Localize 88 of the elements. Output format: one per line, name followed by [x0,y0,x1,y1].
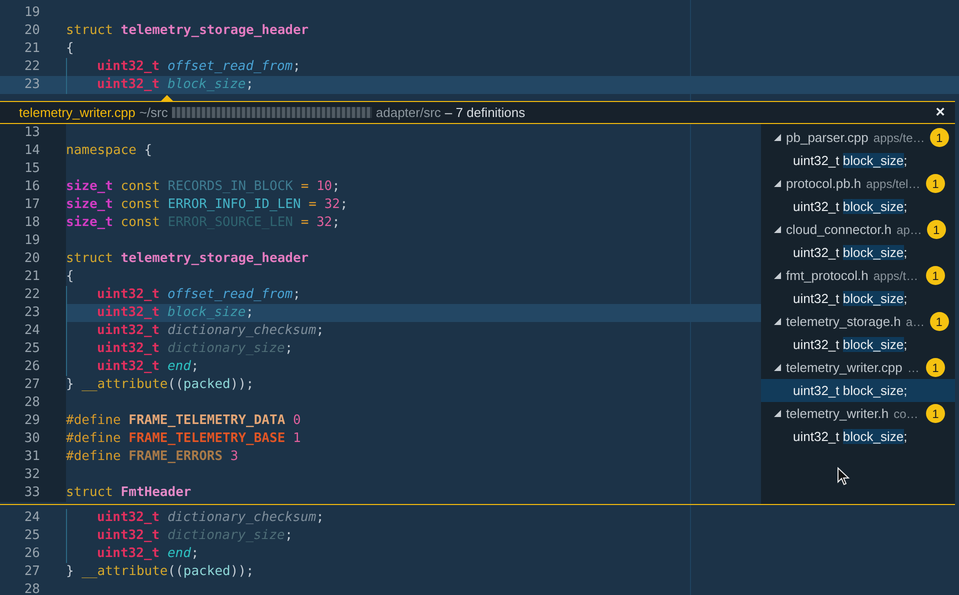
line-number: 26 [24,545,40,563]
code-line: uint32_t end; [97,545,199,563]
file-name: telemetry_writer.cpp [19,105,136,120]
code-line: uint32_t offset_read_from; [97,58,301,76]
expanded-triangle-icon[interactable] [774,364,781,371]
line-number: 31 [24,448,40,466]
code-line: } __attribute((packed)); [66,376,254,394]
file-group-row[interactable]: protocol.pb.h apps/tel… 1 [761,172,955,195]
code-line: uint32_t dictionary_size; [97,340,293,358]
file-group-row[interactable]: fmt_protocol.h apps/t… 1 [761,264,955,287]
count-badge: 1 [926,220,946,239]
file-group-row[interactable]: telemetry_writer.h co… 1 [761,402,955,425]
file-group-row[interactable]: pb_parser.cpp apps/te… 1 [761,126,955,149]
file-group-row[interactable]: telemetry_writer.cpp … 1 [761,356,955,379]
reference-item[interactable]: uint32_t block_size; [761,333,955,356]
line-number: 28 [24,394,40,412]
expanded-triangle-icon[interactable] [774,180,781,187]
line-number: 13 [24,124,40,142]
reference-item[interactable]: uint32_t block_size; [761,195,955,218]
file-group-row[interactable]: cloud_connector.h ap… 1 [761,218,955,241]
count-badge: 1 [926,266,945,285]
code-line: uint32_t dictionary_checksum; [97,322,324,340]
line-number: 22 [24,286,40,304]
code-line: size_t const RECORDS_IN_BLOCK = 10; [66,178,340,196]
line-number: 27 [24,376,40,394]
expanded-triangle-icon[interactable] [774,134,781,141]
expanded-triangle-icon[interactable] [774,226,781,233]
expanded-triangle-icon[interactable] [774,318,781,325]
line-number: 23 [24,304,40,322]
line-number: 26 [24,358,40,376]
line-number: 23 [24,76,40,94]
code-line: size_t const ERROR_INFO_ID_LEN = 32; [66,196,348,214]
close-button[interactable]: × [934,104,947,122]
code-line: { [66,268,74,286]
line-number: 19 [24,232,40,250]
line-number: 16 [24,178,40,196]
line-number: 17 [24,196,40,214]
line-number: 15 [24,160,40,178]
line-number: 18 [24,214,40,232]
code-line: } __attribute((packed)); [66,563,254,581]
definitions-count: – 7 definitions [444,105,526,120]
code-line: #define FRAME_TELEMETRY_BASE 1 [66,430,301,448]
line-number: 24 [24,322,40,340]
reference-item[interactable]: uint32_t block_size; [761,287,955,310]
file-path: adapter/src [376,105,441,120]
line-number: 28 [24,581,40,595]
line-number: 25 [24,340,40,358]
line-number: 20 [24,250,40,268]
line-number: 20 [24,22,40,40]
code-line: #define FRAME_TELEMETRY_DATA 0 [66,412,301,430]
line-number: 30 [24,430,40,448]
code-line: uint32_t offset_read_from; [97,286,301,304]
file-group-row[interactable]: telemetry_storage.h a… 1 [761,310,955,333]
reference-item[interactable]: uint32_t block_size; [761,149,955,172]
line-number: 19 [24,4,40,22]
expanded-triangle-icon[interactable] [774,410,781,417]
line-number: 33 [24,484,40,502]
mouse-pointer-icon [837,467,850,486]
line-number: 32 [24,466,40,484]
code-line: uint32_t end; [97,358,199,376]
line-number: 29 [24,412,40,430]
line-number: 25 [24,527,40,545]
code-line: uint32_t block_size; [97,304,254,322]
reference-item[interactable]: uint32_t block_size; [761,379,955,402]
code-line: struct telemetry_storage_header [66,250,309,268]
file-path: ~/src [139,105,168,120]
code-line: namespace { [66,142,152,160]
line-number: 24 [24,509,40,527]
count-badge: 1 [926,404,945,423]
code-line: uint32_t dictionary_size; [97,527,293,545]
line-number: 22 [24,58,40,76]
line-number: 21 [24,40,40,58]
count-badge: 1 [930,128,949,147]
code-line: { [66,40,74,58]
line-number: 27 [24,563,40,581]
count-badge: 1 [930,312,949,331]
code-line: struct FmtHeader [66,484,192,502]
expanded-triangle-icon[interactable] [774,272,781,279]
reference-item[interactable]: uint32_t block_size; [761,241,955,264]
code-line: uint32_t dictionary_checksum; [97,509,324,527]
count-badge: 1 [926,174,945,193]
code-line: uint32_t block_size; [97,76,254,94]
code-line: struct telemetry_storage_header [66,22,309,40]
line-number: 14 [24,142,40,160]
code-line: #define FRAME_ERRORS 3 [66,448,238,466]
reference-item[interactable]: uint32_t block_size; [761,425,955,448]
line-number: 21 [24,268,40,286]
count-badge: 1 [926,358,945,377]
